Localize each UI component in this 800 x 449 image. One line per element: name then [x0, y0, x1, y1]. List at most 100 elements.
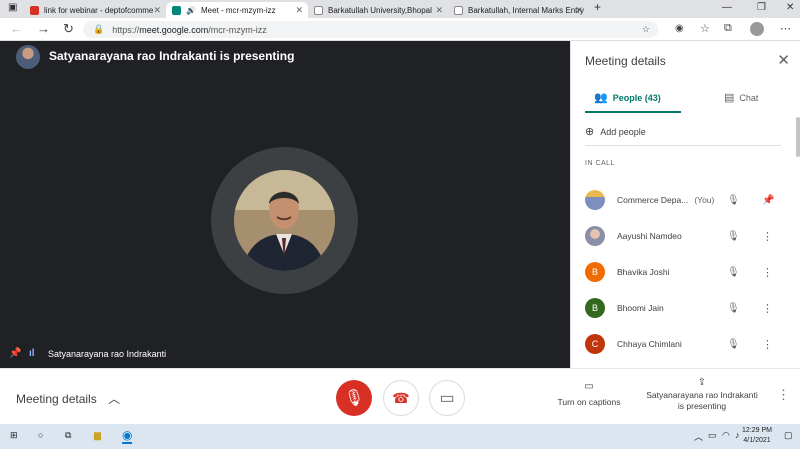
- close-tab-icon[interactable]: ✕: [575, 5, 583, 16]
- call-controls-bar: Meeting details ︿ 🎙 ☎ ▭ ▭ Turn on captio…: [0, 368, 800, 424]
- collections-icon[interactable]: ⧉: [724, 22, 732, 35]
- close-tab-icon[interactable]: ✕: [435, 5, 443, 16]
- add-people-label: Add people: [600, 126, 646, 137]
- minimize-button[interactable]: —: [722, 2, 732, 13]
- pin-icon[interactable]: 📌: [9, 348, 21, 359]
- list-item[interactable]: B Bhoomi Jain 🎙 ⋮: [585, 290, 785, 326]
- present-screen-icon: ⇪: [697, 377, 707, 388]
- camera-icon: ▭: [439, 390, 455, 407]
- more-options-icon[interactable]: ⋮: [762, 266, 773, 279]
- tab-meet[interactable]: 🔊 Meet - mcr-mzym-izz ✕: [166, 2, 308, 18]
- close-window-button[interactable]: ✕: [786, 2, 794, 13]
- more-options-icon[interactable]: ⋮: [762, 302, 773, 315]
- participant-name: Chhaya Chimlani: [617, 339, 682, 349]
- volume-icon[interactable]: ♪: [735, 430, 740, 440]
- hang-up-icon: ☎: [392, 389, 410, 406]
- close-panel-icon[interactable]: ✕: [777, 51, 790, 69]
- pin-icon[interactable]: 📌: [762, 195, 774, 206]
- divider: [585, 145, 781, 146]
- chevron-up-icon[interactable]: ︿: [694, 430, 703, 443]
- avatar: [585, 190, 605, 210]
- tab-webinar[interactable]: link for webinar - deptofcomme ✕: [24, 2, 166, 18]
- tab-people-label: People (43): [612, 92, 661, 103]
- list-item[interactable]: B Bhavika Joshi 🎙 ⋮: [585, 254, 785, 290]
- tab-label: link for webinar - deptofcomme: [44, 5, 154, 15]
- you-label: (You): [694, 195, 715, 205]
- page-icon: [454, 5, 463, 15]
- tab-people[interactable]: 👥 People (43): [594, 91, 661, 104]
- gmail-icon: [30, 5, 39, 15]
- favorites-icon[interactable]: ☆: [700, 22, 710, 35]
- maximize-button[interactable]: ❐: [757, 2, 766, 13]
- meeting-details-label: Meeting details: [16, 392, 97, 406]
- audio-level-icon: ıl: [29, 348, 35, 359]
- url-prefix: https://: [112, 24, 140, 35]
- tile-name-label: Satyanarayana rao Indrakanti: [48, 349, 167, 359]
- camera-toggle-button[interactable]: ▭: [429, 380, 465, 416]
- task-view-icon[interactable]: ⧉: [65, 430, 71, 441]
- list-item[interactable]: Aayushi Namdeo 🎙 ⋮: [585, 218, 785, 254]
- new-tab-button[interactable]: +: [594, 0, 601, 14]
- system-clock[interactable]: 12:29 PM 4/1/2021: [742, 426, 772, 446]
- people-icon: 👥: [594, 92, 608, 104]
- windows-start-icon[interactable]: ⊞: [10, 430, 18, 441]
- list-item[interactable]: C Chhaya Chimlani 🎙 ⋮: [585, 326, 785, 362]
- mic-off-icon: 🎙: [727, 194, 740, 206]
- meeting-details-panel: Meeting details ✕ 👥 People (43) ▤ Chat ⊕…: [570, 41, 800, 368]
- url-field[interactable]: 🔒 https://meet.google.com/mcr-mzym-izz ☆: [83, 21, 658, 38]
- meeting-details-button[interactable]: Meeting details ︿: [16, 390, 120, 407]
- captions-button[interactable]: ▭ Turn on captions: [555, 381, 623, 407]
- tab-label: Barkatullah University,Bhopal: [328, 5, 432, 15]
- reload-button[interactable]: ↻: [63, 21, 74, 37]
- back-button[interactable]: ←: [10, 21, 23, 36]
- camera-status-icon[interactable]: ◉: [675, 23, 684, 34]
- wifi-icon[interactable]: ◠: [722, 430, 730, 441]
- mic-off-icon: 🎙: [727, 302, 740, 314]
- star-icon[interactable]: ☆: [642, 24, 650, 35]
- more-options-icon[interactable]: ⋮: [777, 387, 790, 403]
- list-item[interactable]: Commerce Depa... (You) 🎙 📌: [585, 182, 785, 218]
- mic-off-icon: 🎙: [727, 338, 740, 350]
- mic-off-icon: 🎙: [343, 390, 365, 407]
- active-tab-indicator: [585, 111, 681, 113]
- forward-button[interactable]: →: [37, 21, 50, 36]
- battery-icon[interactable]: ▭: [708, 430, 717, 441]
- mic-toggle-button[interactable]: 🎙: [336, 380, 372, 416]
- leave-call-button[interactable]: ☎: [383, 380, 419, 416]
- close-tab-icon[interactable]: ✕: [153, 5, 161, 16]
- more-options-icon[interactable]: ⋮: [762, 338, 773, 351]
- captions-label: Turn on captions: [557, 397, 621, 407]
- in-call-heading: IN CALL: [585, 160, 615, 167]
- clock-time: 12:29 PM: [742, 427, 772, 434]
- close-tab-icon[interactable]: ✕: [295, 5, 303, 16]
- edge-browser-icon[interactable]: ◉: [122, 428, 133, 444]
- presenting-label: Satyanarayana rao Indrakanti is presenti…: [49, 49, 295, 63]
- menu-icon[interactable]: ⋯: [780, 22, 791, 35]
- tab-marks-entry[interactable]: Barkatullah, Internal Marks Entry ✕: [448, 2, 588, 18]
- url-path: /mcr-mzym-izz: [208, 24, 267, 35]
- presenter-avatar: [16, 45, 40, 69]
- add-people-button[interactable]: ⊕ Add people: [585, 125, 646, 138]
- presenting-button[interactable]: ⇪ Satyanarayana rao Indrakanti is presen…: [643, 377, 761, 412]
- participant-name: Aayushi Namdeo: [617, 231, 682, 241]
- participant-name: Bhavika Joshi: [617, 267, 670, 277]
- chevron-up-icon: ︿: [108, 392, 121, 406]
- tab-barkatullah[interactable]: Barkatullah University,Bhopal ✕: [308, 2, 448, 18]
- scrollbar[interactable]: [796, 117, 800, 157]
- video-stage: Satyanarayana rao Indrakanti is presenti…: [0, 41, 570, 368]
- tab-chat-label: Chat: [739, 92, 759, 103]
- presenter-tile: [211, 147, 358, 294]
- file-explorer-icon[interactable]: ▆: [94, 430, 101, 441]
- tab-chat[interactable]: ▤ Chat: [724, 91, 758, 104]
- add-person-icon: ⊕: [585, 126, 595, 138]
- notifications-icon[interactable]: ▢: [784, 430, 793, 441]
- presenting-label: Satyanarayana rao Indrakanti is presenti…: [646, 390, 758, 411]
- captions-icon: ▭: [584, 381, 594, 392]
- tab-actions-icon[interactable]: ▣: [8, 2, 17, 13]
- profile-avatar[interactable]: [750, 22, 764, 36]
- search-icon[interactable]: ○: [38, 430, 43, 440]
- more-options-icon[interactable]: ⋮: [762, 230, 773, 243]
- avatar: B: [585, 298, 605, 318]
- tab-label: Meet - mcr-mzym-izz: [200, 5, 276, 15]
- participant-name: Bhoomi Jain: [617, 303, 664, 313]
